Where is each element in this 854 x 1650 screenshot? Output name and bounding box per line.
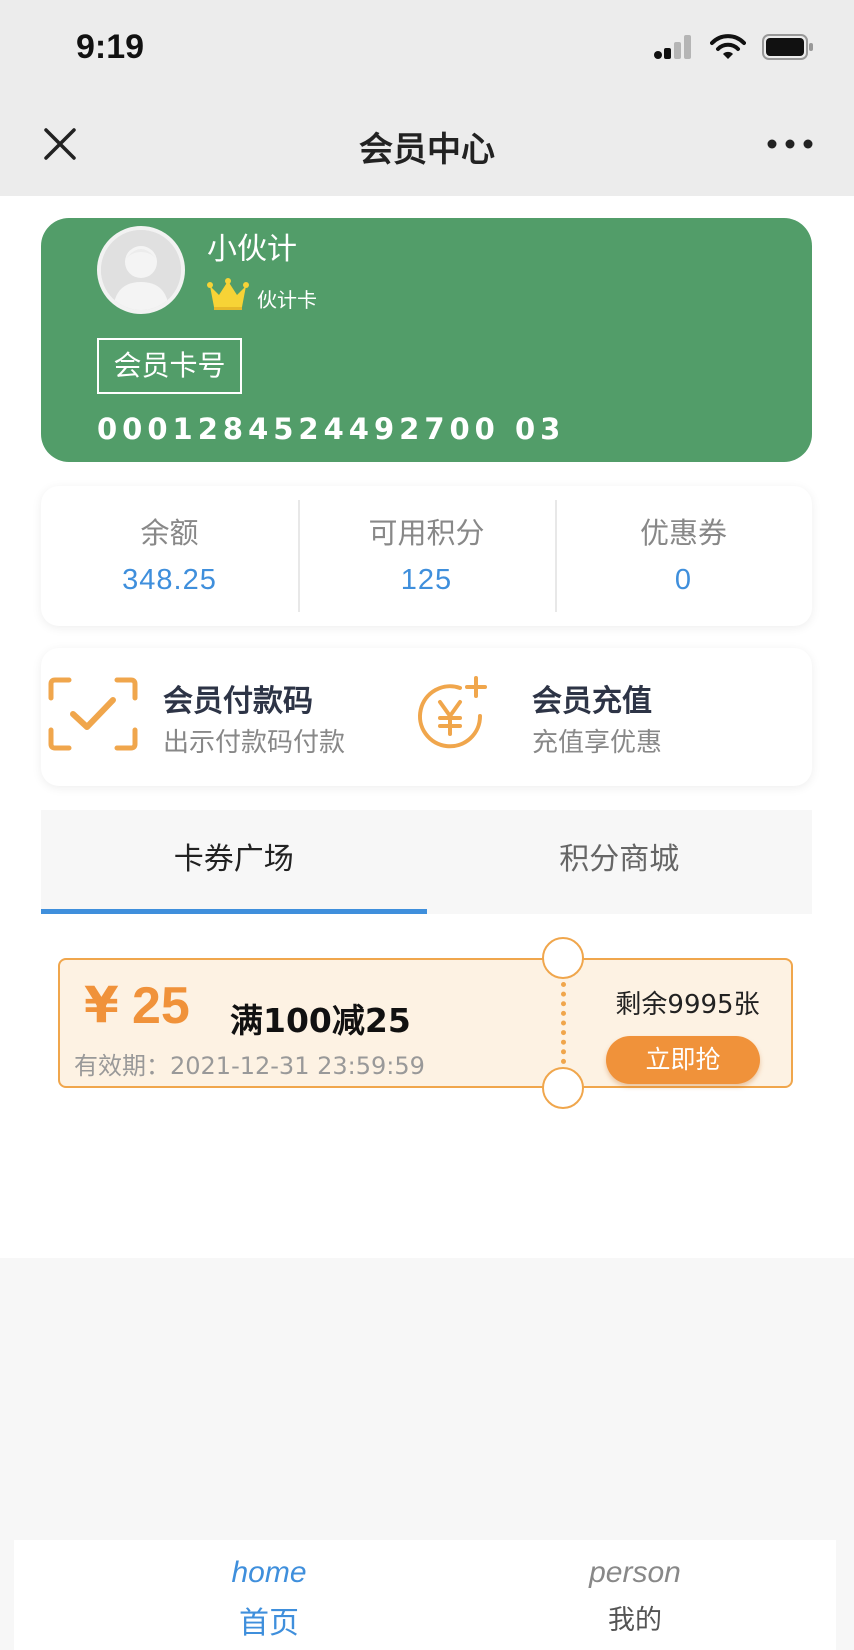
status-icons	[654, 34, 814, 60]
coupon-notch	[542, 937, 584, 979]
bottom-nav: home 首页 person 我的	[14, 1540, 836, 1650]
bottom-nav-person-icon-text: person	[589, 1556, 681, 1589]
tab-card-coupons[interactable]: 卡券广场	[41, 810, 427, 914]
tab-points-mall[interactable]: 积分商城	[427, 810, 813, 914]
stat-label: 优惠券	[639, 516, 727, 550]
grab-coupon-button[interactable]: 立即抢	[606, 1036, 760, 1084]
bottom-nav-person[interactable]: person 我的	[485, 1540, 785, 1650]
coupon-divider	[561, 982, 566, 1064]
stat-label: 余额	[140, 516, 199, 550]
coupon-remaining: 剩余9995张	[615, 990, 760, 1020]
card-number-label: 会员卡号	[97, 338, 242, 394]
crown-icon	[207, 277, 249, 310]
app-screen: 9:19 会员中心 小伙计 伙计卡 会员卡号 0001284524492700 …	[0, 0, 854, 1650]
avatar[interactable]	[97, 226, 185, 314]
stat-coupons[interactable]: 优惠券 0	[555, 486, 812, 626]
coupon-validity: 有效期：2021-12-31 23:59:59	[74, 1052, 425, 1080]
coupon-card: ¥ 25 满100减25 有效期：2021-12-31 23:59:59 剩余9…	[58, 937, 793, 1109]
wifi-icon	[710, 34, 746, 59]
stat-value: 0	[674, 564, 693, 596]
coupon-currency: ¥	[84, 976, 119, 1034]
payment-code-button[interactable]: 会员付款码 出示付款码付款	[41, 648, 426, 786]
main-content: 小伙计 伙计卡 会员卡号 0001284524492700 03 余额 348.…	[0, 196, 854, 1258]
stat-value: 348.25	[122, 564, 217, 596]
member-name: 小伙计	[207, 232, 297, 267]
quick-actions: 会员付款码 出示付款码付款 会员充值 充值享优惠	[41, 648, 812, 786]
cellular-signal-icon	[654, 35, 691, 59]
member-card: 小伙计 伙计卡 会员卡号 0001284524492700 03	[41, 218, 812, 462]
coupon-amount: 25	[132, 977, 190, 1035]
bottom-nav-home-icon-text: home	[231, 1556, 307, 1589]
status-bar: 9:19	[0, 0, 854, 96]
stat-points[interactable]: 可用积分 125	[298, 486, 555, 626]
action-subtitle: 出示付款码付款	[163, 728, 346, 758]
tab-bar: 卡券广场 积分商城	[41, 810, 812, 914]
avatar-placeholder-icon	[101, 230, 181, 310]
bottom-nav-home-label: 首页	[239, 1606, 299, 1641]
bottom-nav-person-label: 我的	[608, 1605, 662, 1636]
account-stats: 余额 348.25 可用积分 125 优惠券 0	[41, 486, 812, 626]
card-number: 0001284524492700 03	[97, 412, 566, 446]
stat-value: 125	[400, 564, 453, 596]
yen-plus-icon	[418, 676, 487, 749]
battery-icon	[762, 34, 813, 60]
status-time: 9:19	[76, 28, 145, 66]
member-level-label: 伙计卡	[257, 288, 317, 312]
action-subtitle: 充值享优惠	[532, 728, 663, 758]
coupon-notch	[542, 1067, 584, 1109]
coupon-title: 满100减25	[230, 1001, 411, 1040]
bottom-nav-home[interactable]: home 首页	[119, 1540, 419, 1650]
page-title: 会员中心	[359, 130, 495, 170]
nav-bar: 会员中心	[0, 96, 854, 196]
scan-check-icon	[48, 677, 138, 751]
action-title: 会员充值	[532, 684, 652, 719]
more-icon[interactable]	[766, 134, 814, 154]
action-title: 会员付款码	[163, 684, 313, 719]
stat-balance[interactable]: 余额 348.25	[41, 486, 298, 626]
recharge-button[interactable]: 会员充值 充值享优惠	[418, 648, 812, 786]
stat-label: 可用积分	[368, 516, 485, 550]
member-level: 伙计卡	[207, 274, 317, 313]
